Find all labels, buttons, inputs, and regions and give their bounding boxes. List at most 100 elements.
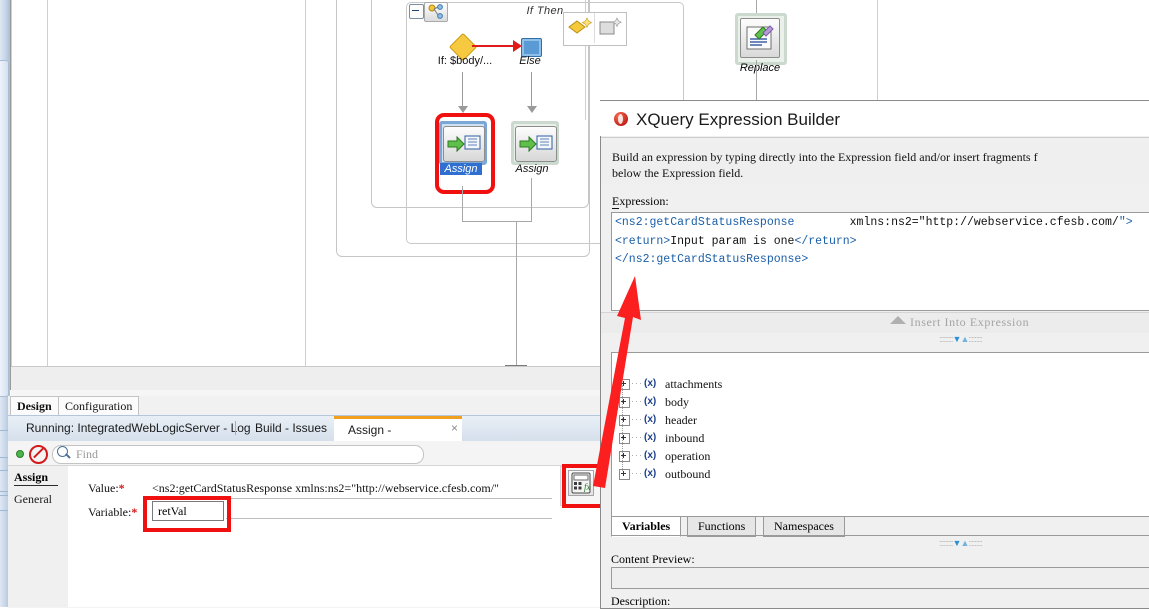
then-connector-arrowhead	[458, 106, 468, 113]
switch-activity-icon	[424, 2, 448, 22]
else-connector	[531, 72, 532, 108]
search-input[interactable]	[52, 445, 424, 464]
properties-nav-assign-underline	[14, 485, 58, 486]
xml-var-icon: (x)	[644, 378, 657, 389]
tree-row-operation[interactable]: ··· (x) operation	[617, 449, 817, 463]
merge-connector-exit	[516, 221, 517, 243]
expression-line-1: <ns2:getCardStatusResponse xmlns:ns2="ht…	[615, 216, 1133, 229]
expr-tag-close: </return>	[794, 235, 857, 248]
merge-connector-right	[531, 178, 532, 221]
properties-nav-general[interactable]: General	[14, 492, 52, 507]
expand-icon[interactable]	[619, 451, 630, 462]
collapsed-panel-tab-primary[interactable]	[0, 60, 9, 397]
tab-namespaces[interactable]: Namespaces	[763, 516, 845, 537]
xml-var-icon: (x)	[644, 468, 657, 479]
xml-var-icon: (x)	[644, 396, 657, 407]
properties-sidebar	[8, 466, 69, 607]
tree-row-header[interactable]: ··· (x) header	[617, 413, 817, 427]
tree-guide: ···	[631, 414, 643, 424]
activity-palette[interactable]	[563, 12, 627, 46]
replace-label: Replace	[739, 62, 781, 74]
xml-var-icon: (x)	[644, 432, 657, 443]
tree-item-label: outbound	[665, 467, 711, 481]
then-connector	[462, 72, 463, 108]
tree-row-attachments[interactable]: ··· (x) attachments	[617, 377, 817, 391]
value-field-value[interactable]: <ns2:getCardStatusResponse xmlns:ns2="ht…	[152, 481, 499, 496]
variable-field-label: Variable:*	[88, 505, 137, 520]
expr-tag-open: </ns2:getCardStatusResponse>	[615, 253, 809, 266]
stop-icon[interactable]	[29, 445, 48, 464]
splitter-grip[interactable]: :::::::::▼▲:::::::::	[939, 334, 983, 344]
tree-guide: ···	[631, 450, 643, 460]
replace-icon[interactable]	[740, 18, 780, 58]
close-icon[interactable]: ×	[451, 421, 458, 435]
splitter-grip[interactable]: :::::::::▼▲:::::::::	[939, 538, 983, 548]
add-condition-icon[interactable]	[564, 13, 595, 43]
xquery-icon	[614, 112, 628, 126]
dialog-instructions-line1: Build an expression by typing directly i…	[612, 150, 1038, 164]
collapse-toggle-icon[interactable]	[409, 4, 424, 19]
lane-guide	[47, 0, 48, 366]
expand-icon[interactable]	[619, 469, 630, 480]
expression-line-3: </ns2:getCardStatusResponse>	[615, 253, 808, 266]
if-then-title: If Then	[526, 5, 564, 17]
expand-icon[interactable]	[619, 379, 630, 390]
assign-icon[interactable]	[515, 126, 557, 162]
tree-row-outbound[interactable]: ··· (x) outbound	[617, 467, 817, 481]
expr-tag-close: ">	[1118, 216, 1133, 229]
variable-field-underline	[226, 518, 552, 519]
dialog-title-separator	[601, 137, 1149, 138]
lane-guide	[305, 0, 306, 366]
tree-guide-line	[622, 385, 624, 471]
content-preview-label: Content Preview:	[611, 552, 695, 566]
dock-tab-separator	[235, 421, 236, 435]
tabs-baseline	[611, 535, 1149, 536]
tab-running-log[interactable]: Running: IntegratedWebLogicServer - Log	[14, 416, 263, 440]
add-activity-icon[interactable]	[595, 13, 626, 43]
assign-icon[interactable]	[443, 126, 485, 162]
tab-configuration[interactable]: Configuration	[58, 396, 140, 415]
tree-item-label: body	[665, 395, 689, 409]
replace-in-connector	[756, 0, 757, 14]
assign-then-label: Assign	[440, 163, 482, 175]
tree-item-label: inbound	[665, 431, 705, 445]
replace-selection[interactable]	[735, 13, 787, 65]
flow-connector-down	[516, 243, 517, 307]
tree-row-inbound[interactable]: ··· (x) inbound	[617, 431, 817, 445]
tree-row-body[interactable]: ··· (x) body	[617, 395, 817, 409]
expand-icon[interactable]	[619, 397, 630, 408]
tree-guide: ···	[631, 468, 643, 478]
assign-then-selection[interactable]	[439, 121, 487, 165]
expression-label-mnemonic	[612, 208, 619, 209]
expr-tag-open: <ns2:getCardStatusResponse	[615, 216, 795, 229]
splitter-upper[interactable]: :::::::::▼▲:::::::::	[601, 333, 1149, 345]
else-connector-arrowhead	[527, 106, 537, 113]
variable-label-text: Variable:	[88, 505, 132, 519]
else-branch-label: Else	[519, 55, 541, 67]
tab-design[interactable]: Design	[10, 396, 59, 415]
tab-variables[interactable]: Variables	[611, 516, 682, 537]
properties-nav-assign[interactable]: Assign	[14, 470, 48, 485]
value-label-text: Value:	[88, 481, 119, 495]
tree-item-label: header	[665, 413, 697, 427]
tree-guide: ···	[631, 378, 643, 388]
if-else-connector	[472, 45, 517, 47]
assign-else-selection[interactable]	[511, 121, 559, 165]
tab-build-issues[interactable]: Build - Issues	[243, 416, 339, 440]
tab-functions[interactable]: Functions	[687, 516, 757, 537]
tab-assign-properties[interactable]: Assign - Properties	[334, 416, 462, 459]
splitter-lower[interactable]: :::::::::▼▲:::::::::	[601, 537, 1149, 549]
expression-line-2: <return>Input param is one</return>	[615, 235, 857, 248]
insert-into-expression-button[interactable]	[601, 312, 1149, 334]
merge-connector-join	[462, 221, 532, 222]
expand-icon[interactable]	[619, 433, 630, 444]
tree-guide: ···	[631, 396, 643, 406]
flow-connector-down-2	[516, 307, 517, 365]
expr-text: Input param is one	[670, 235, 795, 248]
content-preview-field	[611, 567, 1149, 589]
tree-item-label: attachments	[665, 377, 723, 391]
annotation-box-variable	[143, 496, 231, 532]
xml-var-icon: (x)	[644, 450, 657, 461]
expand-icon[interactable]	[619, 415, 630, 426]
tree-guide: ···	[631, 432, 643, 442]
